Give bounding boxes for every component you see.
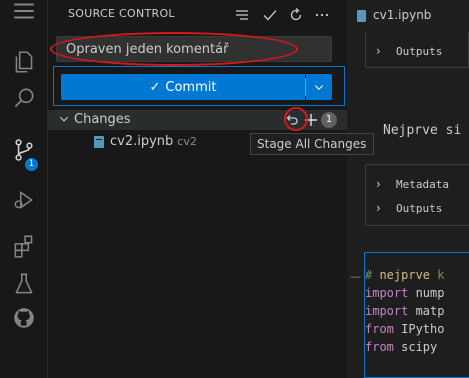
- code-line: # nejprve k: [365, 268, 444, 282]
- github-icon[interactable]: [0, 298, 48, 338]
- activity-bar: 1: [0, 0, 48, 378]
- commit-button-label: Commit: [165, 79, 217, 95]
- source-control-panel: SOURCE CONTROL Opraven jeden komentář ✓ …: [48, 0, 347, 378]
- tab-bar: cv1.ipynb: [347, 0, 469, 32]
- metadata-label: Metadata: [396, 178, 449, 191]
- code-line: from IPytho: [365, 322, 444, 336]
- view-as-tree-icon[interactable]: [232, 5, 252, 25]
- code-keyword: from: [365, 340, 394, 354]
- code-identifier: matp: [408, 304, 445, 318]
- tab-label: cv1.ipynb: [373, 8, 432, 22]
- more-icon[interactable]: [312, 5, 332, 25]
- fold-indicator[interactable]: —: [350, 270, 361, 283]
- commit-message-value: Opraven jeden komentář: [66, 42, 229, 57]
- explorer-icon[interactable]: [0, 42, 48, 82]
- outputs-toggle[interactable]: › Outputs: [365, 41, 469, 63]
- outputs-label: Outputs: [396, 45, 443, 58]
- chevron-down-icon: [314, 85, 324, 90]
- code-identifier: nump: [408, 286, 445, 300]
- stage-all-changes-icon[interactable]: [301, 110, 321, 130]
- commit-dropdown-button[interactable]: [306, 74, 332, 100]
- discard-changes-icon[interactable]: [284, 112, 300, 128]
- panel-header: SOURCE CONTROL: [48, 0, 347, 30]
- code-comment: #: [365, 268, 380, 282]
- changes-count-badge: 1: [321, 112, 337, 128]
- extensions-icon[interactable]: [0, 226, 48, 266]
- code-line: import matp: [365, 304, 444, 318]
- code-identifier: IPytho: [393, 322, 445, 336]
- code-keyword: from: [365, 322, 394, 336]
- code-line: from scipy: [365, 340, 437, 354]
- check-icon[interactable]: [260, 5, 280, 25]
- chevron-right-icon: ›: [376, 177, 381, 191]
- run-debug-icon[interactable]: [0, 180, 48, 220]
- outputs-label: Outputs: [396, 202, 443, 215]
- refresh-icon[interactable]: [286, 5, 306, 25]
- notebook-file-icon: [94, 136, 104, 148]
- code-comment-highlight: nejprve: [379, 268, 431, 282]
- code-line: import nump: [365, 286, 444, 300]
- stage-all-changes-tooltip: Stage All Changes: [250, 133, 374, 155]
- tab-cv1-ipynb[interactable]: cv1.ipynb: [347, 0, 469, 32]
- editor-area: cv1.ipynb › Outputs Nejprve si › Metadat…: [347, 0, 469, 378]
- chevron-right-icon: ›: [376, 201, 381, 215]
- code-identifier: scipy: [393, 340, 438, 354]
- search-icon[interactable]: [0, 78, 48, 118]
- commit-message-input[interactable]: Opraven jeden komentář: [56, 36, 332, 62]
- metadata-toggle[interactable]: › Metadata: [365, 174, 469, 196]
- file-name-text: cv2.ipynb: [110, 134, 174, 149]
- chevron-down-icon: [59, 116, 69, 122]
- file-name: cv2.ipynb cv2: [110, 134, 197, 149]
- vscode-window: 1 SOURCE CONTROL Opraven jeden komentář …: [0, 0, 469, 378]
- check-icon: ✓: [149, 79, 161, 95]
- changes-group-header[interactable]: Changes 1: [48, 110, 347, 130]
- chevron-right-icon: ›: [376, 44, 381, 58]
- file-dir: cv2: [177, 135, 197, 148]
- source-control-badge: 1: [25, 158, 38, 171]
- code-comment: k: [430, 268, 445, 282]
- panel-title: SOURCE CONTROL: [68, 7, 175, 20]
- code-keyword: import: [365, 304, 409, 318]
- outputs-toggle[interactable]: › Outputs: [365, 198, 469, 220]
- code-keyword: import: [365, 286, 409, 300]
- menu-icon[interactable]: [0, 0, 48, 22]
- commit-button[interactable]: ✓ Commit: [61, 74, 305, 100]
- notebook-file-icon: [357, 10, 366, 22]
- changes-label: Changes: [74, 112, 131, 127]
- source-control-icon[interactable]: [0, 130, 48, 170]
- markdown-cell-text: Nejprve si: [383, 123, 462, 138]
